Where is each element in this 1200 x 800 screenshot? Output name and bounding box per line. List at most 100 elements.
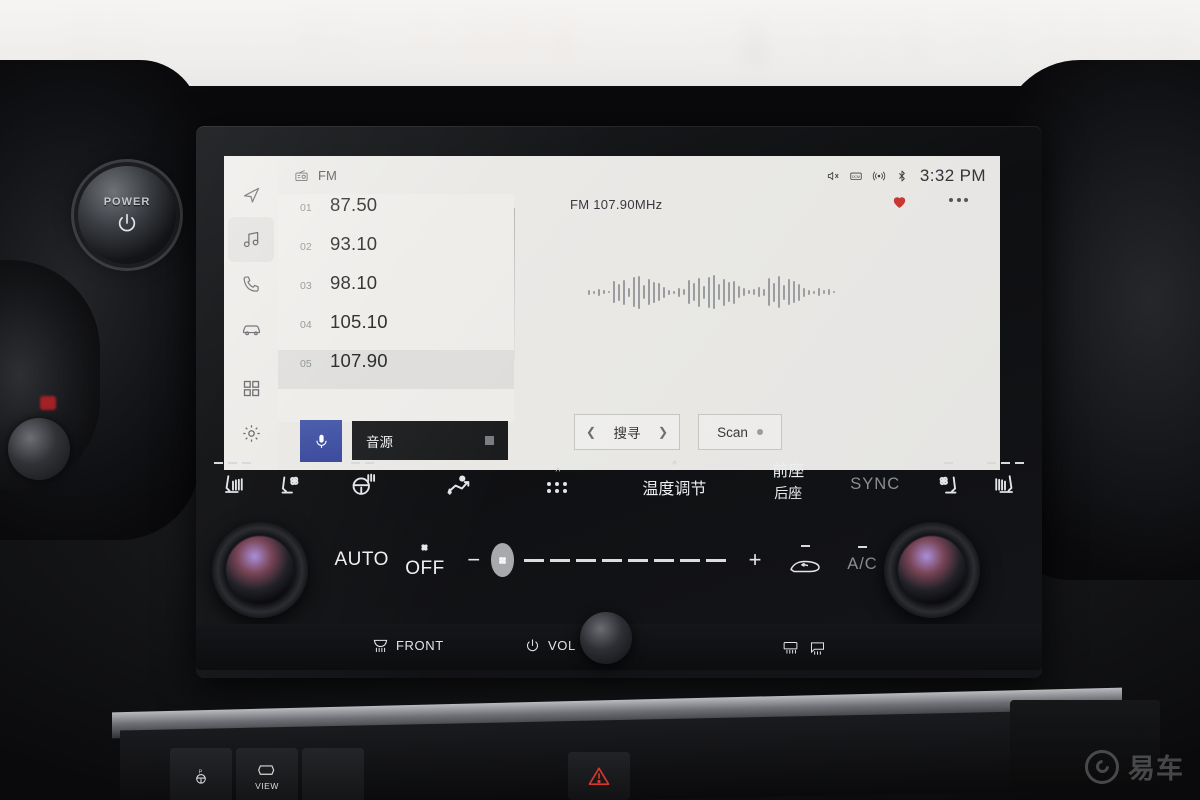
waveform-bar (698, 277, 700, 307)
source-popup-label: 音源 (366, 434, 393, 450)
stop-square-icon[interactable] (485, 436, 494, 445)
volume-knob[interactable] (580, 612, 632, 664)
sidebar-item-phone[interactable] (228, 262, 274, 307)
infotainment-screen[interactable]: FM DCM 3:32 PM 01 87.50 02 93.10 03 98.1… (224, 156, 1000, 470)
preset-number: 02 (300, 241, 312, 253)
seek-control[interactable]: ❮ 搜寻 ❯ (574, 414, 680, 450)
preset-list[interactable]: 01 87.50 02 93.10 03 98.10 04 105.10 05 … (278, 194, 514, 422)
seat-heat-icon (995, 474, 1014, 493)
preset-row[interactable]: 03 98.10 (278, 272, 514, 311)
defrost-group[interactable] (782, 640, 826, 655)
app-sidebar[interactable] (224, 156, 278, 470)
front-defrost-button[interactable]: FRONT (372, 638, 444, 653)
preset-row[interactable]: 02 93.10 (278, 233, 514, 272)
waveform-bar (598, 288, 600, 296)
preset-row[interactable]: 01 87.50 (278, 194, 514, 233)
passenger-temperature-knob[interactable] (884, 522, 980, 618)
dcm-icon: DCM (850, 172, 862, 180)
preset-frequency: 98.10 (330, 272, 378, 293)
hazard-button[interactable] (568, 752, 630, 800)
panel-divider (514, 208, 515, 358)
preset-row[interactable]: 04 105.10 (278, 311, 514, 350)
preset-row-selected[interactable]: 05 107.90 (278, 350, 514, 389)
waveform-bar (693, 283, 695, 301)
power-button[interactable]: POWER (78, 166, 176, 264)
sidebar-item-apps[interactable] (228, 366, 274, 411)
power-icon (526, 639, 539, 652)
clock: 3:32 PM (919, 166, 986, 185)
rear-defrost-icon[interactable] (782, 640, 799, 655)
passenger-seat-heater-button[interactable] (978, 461, 1032, 499)
sync-button[interactable]: SYNC (831, 466, 919, 494)
plus-label: + (748, 547, 762, 572)
sidebar-item-navigation[interactable] (228, 172, 274, 217)
waveform-bar (723, 278, 725, 306)
hazard-triangle-icon (588, 767, 610, 785)
waveform-bar (608, 291, 610, 293)
waveform-bar (593, 290, 595, 294)
sidebar-item-settings[interactable] (228, 411, 274, 456)
wireless-signal-icon (872, 171, 886, 181)
airflow-mode-button[interactable] (407, 462, 512, 499)
preset-frequency: 87.50 (330, 194, 378, 215)
driver-seat-ventilation-button[interactable] (260, 462, 319, 499)
heat-level-ticks (986, 461, 1024, 465)
steering-wheel-heat-icon (352, 473, 375, 495)
driver-seat-heater-button[interactable] (206, 461, 260, 499)
waveform-bar (688, 280, 690, 304)
steering-wheel-heater-button[interactable] (319, 461, 407, 499)
infotainment-photo: POWER FM DCM 3:32 PM 01 87.50 02 93.10 0… (0, 0, 1200, 800)
waveform-bar (633, 277, 635, 307)
mute-icon (827, 172, 839, 180)
more-options-icon[interactable] (949, 198, 968, 202)
auto-button[interactable]: AUTO (330, 549, 393, 571)
chevron-right-icon[interactable]: ❯ (658, 425, 668, 439)
chevron-left-icon[interactable]: ❮ (586, 425, 596, 439)
source-label: FM (318, 168, 337, 183)
off-label: OFF (405, 558, 445, 579)
fan-decrease-button[interactable]: − (457, 549, 491, 571)
fan-icon (499, 556, 507, 564)
steering-column-knob[interactable] (8, 418, 70, 480)
ac-button[interactable]: A/C (835, 546, 890, 574)
sidebar-item-media[interactable] (228, 217, 274, 262)
waveform-bar (603, 290, 605, 294)
aux-button[interactable] (302, 748, 364, 800)
passenger-seat-ventilation-button[interactable] (919, 461, 978, 499)
fan-off-button[interactable]: OFF (393, 540, 456, 580)
sidebar-item-vehicle[interactable] (228, 307, 274, 352)
volume-power-button[interactable]: VOL (524, 638, 576, 653)
preset-frequency: 105.10 (330, 311, 388, 332)
climate-bar-bottom[interactable]: AUTO OFF − + A/C (330, 532, 890, 588)
temperature-adjust-label: 温度调节 (642, 481, 707, 498)
vent-level-ticks (944, 461, 954, 465)
sync-label: SYNC (850, 475, 901, 493)
media-content: FM DCM 3:32 PM 01 87.50 02 93.10 03 98.1… (278, 156, 1000, 470)
waveform-bar (623, 279, 625, 305)
minus-label: − (467, 547, 481, 572)
state-tick (857, 546, 867, 549)
scan-button[interactable]: Scan (698, 414, 782, 450)
waveform-bar (758, 287, 760, 297)
fan-speed-slider-track[interactable] (524, 558, 727, 562)
temperature-adjust-button[interactable]: ^ 温度调节 (604, 461, 745, 499)
fan-speed-slider-handle[interactable] (491, 543, 515, 577)
radio-icon (295, 170, 308, 181)
camera-view-button[interactable]: VIEW (236, 748, 298, 800)
driver-temperature-knob[interactable] (212, 522, 308, 618)
seat-fan-icon (281, 475, 299, 494)
seat-zone-toggle[interactable]: 前座 后座 (745, 457, 831, 503)
waveform-bar (658, 283, 660, 301)
heart-icon[interactable] (891, 193, 908, 210)
watermark-text: 易车 (1128, 754, 1184, 784)
climate-bar-top[interactable]: ^ ^ 温度调节 前座 后座 SYNC (206, 452, 1032, 508)
more-climate-button[interactable]: ^ (512, 467, 604, 493)
waveform-bar (708, 276, 710, 308)
mirror-defrost-icon[interactable] (809, 640, 826, 655)
waveform-bar (813, 290, 815, 294)
fan-increase-button[interactable]: + (734, 549, 775, 571)
fan-icon (421, 544, 429, 551)
recirculation-button[interactable] (776, 544, 835, 576)
park-assist-button[interactable]: P (170, 748, 232, 800)
waveform-bar (653, 281, 655, 303)
